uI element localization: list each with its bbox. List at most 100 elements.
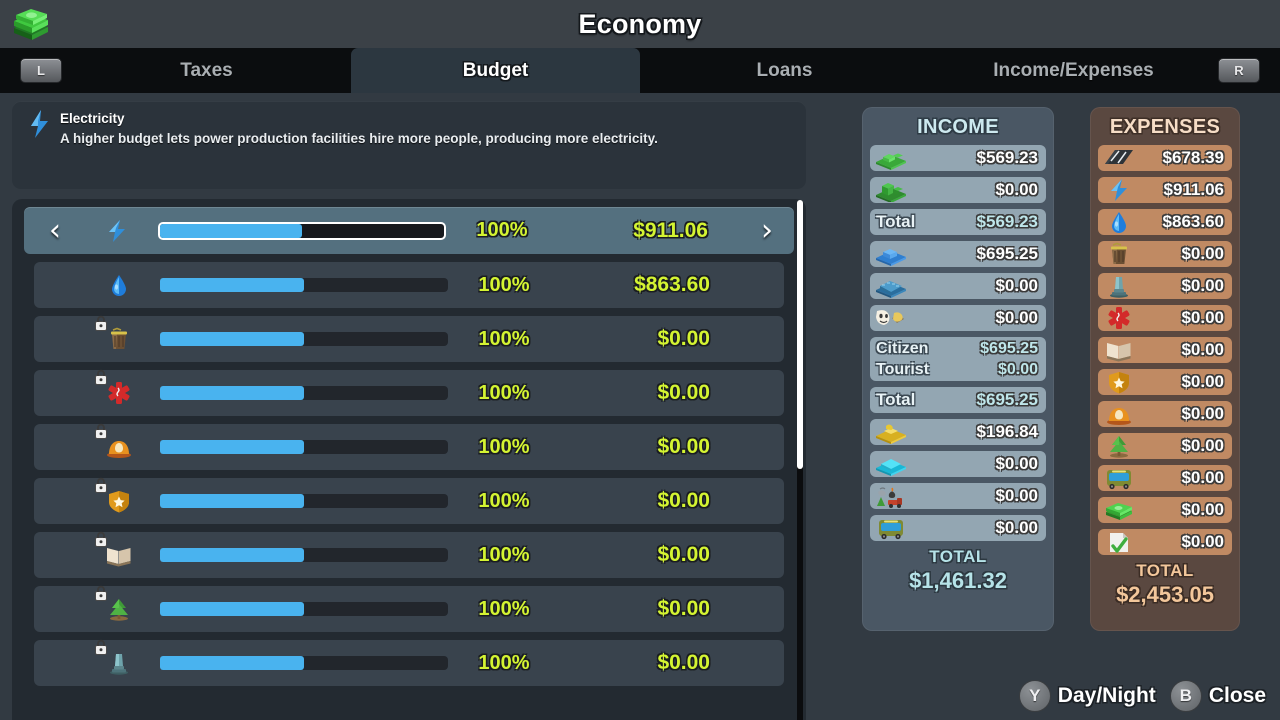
income-value: $0.00 [995, 454, 1038, 474]
tab-income-expenses[interactable]: Income/Expenses [929, 48, 1218, 93]
budget-slider[interactable] [160, 278, 448, 292]
right-bumper-button[interactable]: R [1218, 58, 1260, 83]
expense-value: $0.00 [1181, 340, 1224, 360]
tab-loans[interactable]: Loans [640, 48, 929, 93]
income-value: $569.23 [977, 148, 1038, 168]
money-stack-icon [1102, 498, 1136, 522]
residential-low-density-icon [874, 146, 908, 170]
lock-icon [94, 477, 108, 493]
budget-amount: $0.00 [560, 327, 710, 351]
budget-amount: $0.00 [560, 543, 710, 567]
fire-department-icon [96, 427, 142, 467]
income-subtotal-value: $695.25 [977, 390, 1038, 410]
budget-row[interactable]: 100%$0.00 [34, 316, 784, 362]
budget-row[interactable]: 100%$0.00 [34, 532, 784, 578]
public-transport-bus-icon [874, 516, 908, 540]
road-icon [1102, 146, 1136, 170]
expense-value: $0.00 [1181, 532, 1224, 552]
tab-budget[interactable]: Budget [351, 48, 640, 93]
expense-row: $0.00 [1098, 241, 1232, 267]
budget-slider-fill [160, 656, 304, 670]
expense-value: $0.00 [1181, 404, 1224, 424]
left-bumper-button[interactable]: L [20, 58, 62, 83]
electricity-bolt-icon [1102, 178, 1136, 202]
close-button[interactable]: B Close [1170, 680, 1266, 712]
income-row: $196.84 [870, 419, 1046, 445]
office-icon [874, 452, 908, 476]
lock-icon [94, 639, 108, 655]
budget-amount: $0.00 [560, 597, 710, 621]
income-panel: INCOME $569.23$0.00Total$569.23$695.25$0… [862, 107, 1054, 631]
lock-icon [94, 585, 108, 601]
page-title: Economy [0, 9, 1280, 40]
income-value: $0.00 [995, 276, 1038, 296]
police-badge-icon [1102, 370, 1136, 394]
budget-row[interactable]: ‹100%$911.06› [24, 207, 794, 254]
budget-percent: 100% [446, 219, 558, 242]
budget-slider-fill [160, 332, 304, 346]
budget-percent: 100% [448, 274, 560, 297]
day-night-label: Day/Night [1058, 684, 1156, 708]
window-body: Electricity A higher budget lets power p… [0, 93, 1280, 720]
budget-percent: 100% [448, 328, 560, 351]
expense-row: $0.00 [1098, 273, 1232, 299]
expense-value: $678.39 [1163, 148, 1224, 168]
expense-row: $0.00 [1098, 337, 1232, 363]
budget-row[interactable]: 100%$863.60 [34, 262, 784, 308]
water-drop-icon [1102, 210, 1136, 234]
expense-row: $0.00 [1098, 529, 1232, 555]
day-night-button[interactable]: Y Day/Night [1019, 680, 1156, 712]
budget-slider-fill [160, 548, 304, 562]
budget-row[interactable]: 100%$0.00 [34, 478, 784, 524]
window-titlebar: Economy [0, 0, 1280, 48]
income-row: $0.00 [870, 177, 1046, 203]
money-stack-icon [8, 4, 54, 44]
budget-decrease-arrow[interactable]: ‹ [38, 216, 72, 246]
close-label: Close [1209, 684, 1266, 708]
budget-slider[interactable] [160, 602, 448, 616]
budget-amount: $0.00 [560, 381, 710, 405]
economy-window: Economy L Taxes Budget Loans Income/Expe… [0, 0, 1280, 720]
budget-row[interactable]: 100%$0.00 [34, 424, 784, 470]
budget-row[interactable]: 100%$0.00 [34, 586, 784, 632]
budget-slider-fill [160, 278, 304, 292]
electricity-bolt-icon [26, 109, 54, 139]
budget-slider[interactable] [160, 494, 448, 508]
residential-high-density-icon [874, 178, 908, 202]
budget-list[interactable]: ‹100%$911.06›100%$863.60100%$0.00100%$0.… [12, 199, 806, 720]
budget-list-panel: ‹100%$911.06›100%$863.60100%$0.00100%$0.… [12, 199, 806, 720]
income-row: $0.00 [870, 515, 1046, 541]
expense-value: $0.00 [1181, 436, 1224, 456]
income-row: $0.00 [870, 483, 1046, 509]
budget-amount: $0.00 [560, 651, 710, 675]
budget-scrollbar-thumb[interactable] [797, 200, 803, 469]
budget-slider-fill [160, 440, 304, 454]
button-key-y: Y [1019, 680, 1051, 712]
expense-value: $911.06 [1163, 180, 1224, 200]
parks-tree-icon [1102, 434, 1136, 458]
budget-slider[interactable] [160, 440, 448, 454]
budget-slider[interactable] [158, 222, 446, 240]
expenses-heading: EXPENSES [1098, 113, 1232, 145]
resource-extraction-icon [874, 484, 908, 508]
budget-percent: 100% [448, 382, 560, 405]
police-badge-icon [96, 481, 142, 521]
budget-slider[interactable] [160, 332, 448, 346]
income-citizen-label: Citizen [876, 340, 928, 358]
budget-row[interactable]: 100%$0.00 [34, 640, 784, 686]
income-grand-total: TOTAL $1,461.32 [870, 547, 1046, 594]
expenses-grand-total: TOTAL $2,453.05 [1098, 561, 1232, 608]
expense-row: $0.00 [1098, 369, 1232, 395]
budget-scrollbar[interactable] [797, 200, 803, 720]
budget-slider[interactable] [160, 386, 448, 400]
tab-taxes[interactable]: Taxes [62, 48, 351, 93]
budget-slider[interactable] [160, 548, 448, 562]
income-row-list: $569.23$0.00Total$569.23$695.25$0.00$0.0… [870, 145, 1046, 541]
budget-increase-arrow[interactable]: › [750, 216, 784, 246]
budget-row[interactable]: 100%$0.00 [34, 370, 784, 416]
lock-icon [94, 423, 108, 439]
budget-slider[interactable] [160, 656, 448, 670]
income-value: $0.00 [995, 486, 1038, 506]
budget-percent: 100% [448, 598, 560, 621]
expense-row: $0.00 [1098, 497, 1232, 523]
